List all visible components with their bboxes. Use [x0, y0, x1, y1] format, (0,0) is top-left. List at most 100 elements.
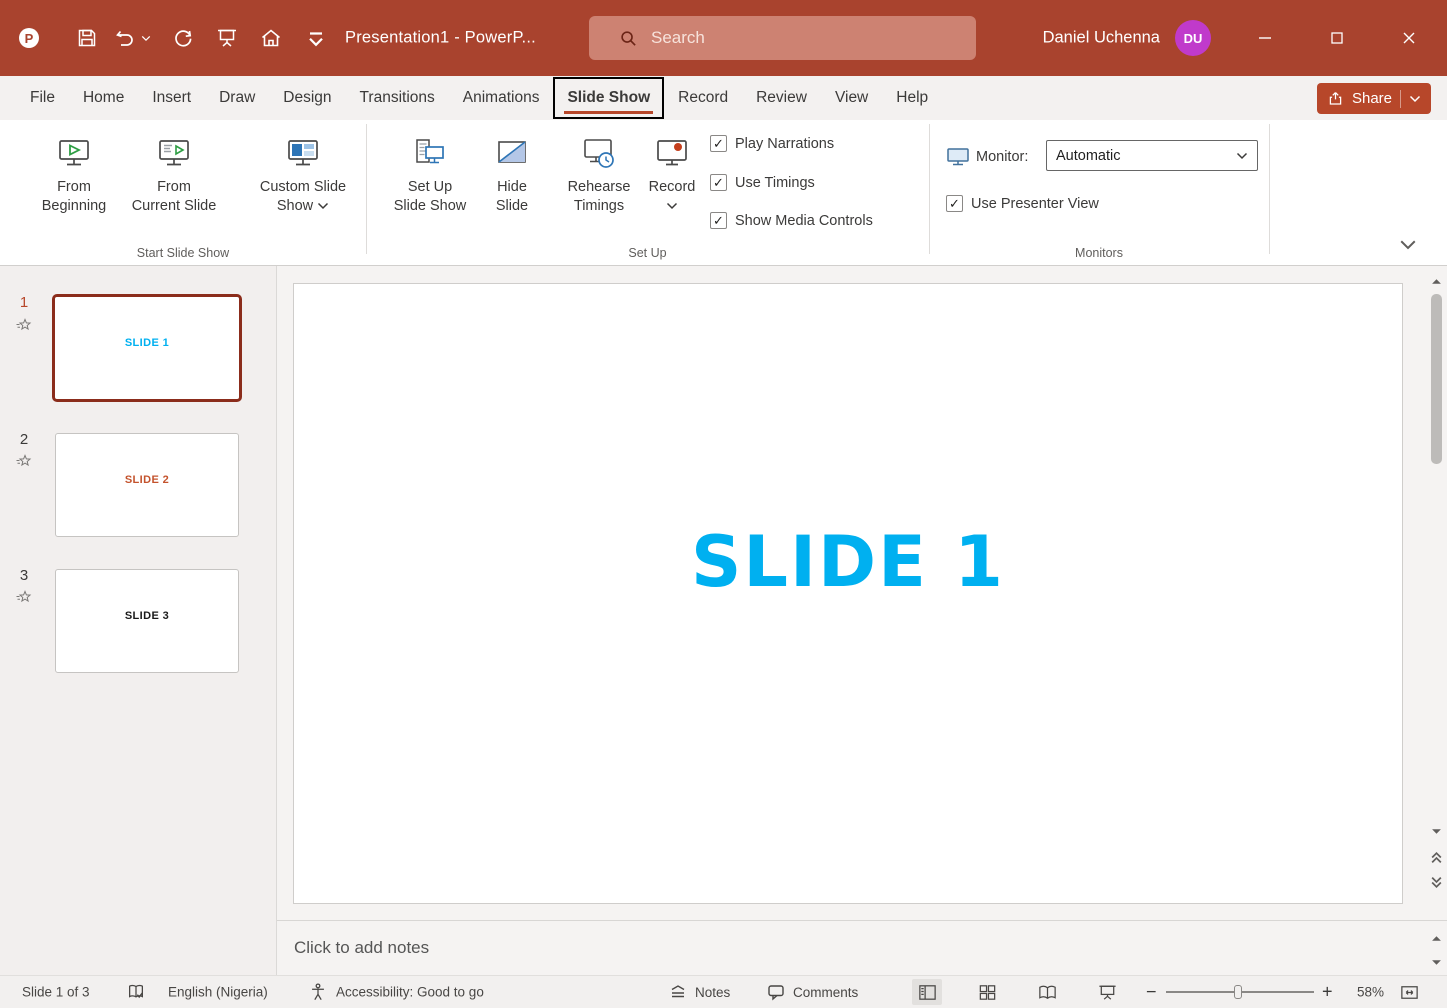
minimize-button[interactable]: [1229, 0, 1301, 76]
animation-star-icon[interactable]: [15, 590, 32, 607]
comments-icon: [766, 982, 786, 1002]
language-status[interactable]: English (Nigeria): [168, 985, 268, 1000]
scroll-down-button[interactable]: [1428, 822, 1444, 840]
share-icon: [1327, 90, 1344, 107]
zoom-level[interactable]: 58%: [1342, 985, 1384, 1000]
hide-slide-icon: [494, 136, 530, 172]
tab-review[interactable]: Review: [742, 76, 821, 120]
from-current-slide-button[interactable]: From Current Slide: [120, 136, 228, 216]
slide-thumbnail-1[interactable]: SLIDE 1: [52, 294, 242, 402]
notes-placeholder: Click to add notes: [294, 938, 429, 958]
scroll-up-button[interactable]: [1428, 272, 1444, 290]
avatar[interactable]: DU: [1175, 20, 1211, 56]
play-narrations-checkbox[interactable]: ✓ Play Narrations: [710, 135, 834, 152]
next-slide-button[interactable]: [1428, 872, 1444, 892]
svg-text:P: P: [25, 31, 34, 46]
collapse-ribbon-icon[interactable]: [1399, 238, 1417, 252]
search-box[interactable]: Search: [589, 16, 976, 60]
search-icon: [619, 29, 638, 48]
slide-thumbnail-pane: 1 SLIDE 1 2 SLIDE 2 3 SLIDE 3: [0, 266, 277, 975]
powerpoint-logo-icon: P: [16, 25, 42, 51]
previous-slide-button[interactable]: [1428, 847, 1444, 867]
redo-icon[interactable]: [170, 25, 196, 51]
statusbar: Slide 1 of 3 English (Nigeria) Accessibi…: [0, 975, 1447, 1008]
thumbnail-title: SLIDE 1: [55, 337, 239, 349]
use-timings-checkbox[interactable]: ✓ Use Timings: [710, 174, 815, 191]
slide-sorter-icon: [977, 982, 998, 1003]
fit-to-window-icon: [1399, 982, 1420, 1003]
slide-number: 1: [14, 294, 34, 311]
tab-record[interactable]: Record: [664, 76, 742, 120]
zoom-slider-thumb[interactable]: [1234, 985, 1242, 999]
chevron-down-icon: [317, 201, 329, 211]
tab-transitions[interactable]: Transitions: [346, 76, 449, 120]
slide-show-view-button[interactable]: [1092, 979, 1122, 1005]
animation-star-icon[interactable]: [15, 318, 32, 335]
tab-draw[interactable]: Draw: [205, 76, 269, 120]
set-up-slide-show-icon: [412, 136, 448, 172]
tab-insert[interactable]: Insert: [138, 76, 205, 120]
slide-canvas-area: SLIDE 1: [277, 266, 1447, 920]
thumbnail-title: SLIDE 2: [56, 474, 238, 486]
ribbon-slide-show: From Beginning From Current Slide Custom…: [0, 120, 1447, 266]
save-icon[interactable]: [74, 25, 100, 51]
slide-editor[interactable]: SLIDE 1: [293, 283, 1403, 904]
set-up-slide-show-button[interactable]: Set Up Slide Show: [382, 136, 478, 216]
tab-animations[interactable]: Animations: [449, 76, 554, 120]
home-icon[interactable]: [258, 25, 284, 51]
titlebar: P Presentation1 - PowerP... Search: [0, 0, 1447, 76]
customize-qat-icon[interactable]: [303, 25, 329, 51]
tab-slide-show[interactable]: Slide Show: [553, 77, 664, 119]
slide-thumbnail-2[interactable]: SLIDE 2: [55, 433, 239, 537]
tab-file[interactable]: File: [16, 76, 69, 120]
spellcheck-icon[interactable]: [126, 982, 146, 1002]
notes-icon: [668, 982, 688, 1002]
tab-help[interactable]: Help: [882, 76, 942, 120]
accessibility-icon[interactable]: [308, 982, 328, 1002]
use-presenter-view-checkbox[interactable]: ✓ Use Presenter View: [946, 195, 1099, 212]
group-label-set-up: Set Up: [366, 246, 929, 260]
slide-title-text[interactable]: SLIDE 1: [294, 521, 1402, 603]
accessibility-status[interactable]: Accessibility: Good to go: [336, 985, 484, 1000]
group-separator: [1269, 124, 1270, 254]
chevron-down-icon: [1409, 94, 1421, 104]
monitor-select[interactable]: Automatic: [1046, 140, 1258, 171]
reading-view-icon: [1037, 982, 1058, 1003]
from-beginning-button[interactable]: From Beginning: [30, 136, 118, 216]
zoom-in-button[interactable]: +: [1322, 982, 1333, 1003]
scrollbar-thumb[interactable]: [1431, 294, 1442, 464]
share-button[interactable]: Share: [1317, 83, 1431, 114]
normal-view-button[interactable]: [912, 979, 942, 1005]
checkbox-checked-icon: ✓: [710, 135, 727, 152]
user-name[interactable]: Daniel Uchenna: [1043, 29, 1160, 48]
group-separator: [366, 124, 367, 254]
slide-sorter-view-button[interactable]: [972, 979, 1002, 1005]
show-media-controls-checkbox[interactable]: ✓ Show Media Controls: [710, 212, 873, 229]
close-button[interactable]: [1373, 0, 1445, 76]
tab-view[interactable]: View: [821, 76, 882, 120]
maximize-button[interactable]: [1301, 0, 1373, 76]
custom-slide-show-button[interactable]: Custom Slide Show: [246, 136, 360, 216]
comments-toggle-button[interactable]: Comments: [766, 982, 858, 1002]
start-slideshow-icon[interactable]: [214, 25, 240, 51]
undo-icon[interactable]: [112, 25, 138, 51]
rehearse-timings-button[interactable]: Rehearse Timings: [556, 136, 642, 216]
notes-pane[interactable]: Click to add notes: [277, 920, 1447, 975]
reading-view-button[interactable]: [1032, 979, 1062, 1005]
window-title: Presentation1 - PowerP...: [345, 29, 536, 48]
notes-scroll-down-button[interactable]: [1428, 954, 1444, 970]
zoom-out-button[interactable]: −: [1146, 982, 1157, 1003]
tab-home[interactable]: Home: [69, 76, 138, 120]
animation-star-icon[interactable]: [15, 454, 32, 471]
notes-scroll-up-button[interactable]: [1428, 930, 1444, 946]
notes-toggle-button[interactable]: Notes: [668, 982, 730, 1002]
hide-slide-button[interactable]: Hide Slide: [482, 136, 542, 216]
zoom-slider[interactable]: [1166, 985, 1314, 999]
slide-thumbnail-3[interactable]: SLIDE 3: [55, 569, 239, 673]
tab-design[interactable]: Design: [269, 76, 345, 120]
powerpoint-window: P Presentation1 - PowerP... Search: [0, 0, 1447, 1008]
record-button[interactable]: Record: [644, 136, 700, 216]
fit-to-window-button[interactable]: [1394, 979, 1424, 1005]
slide-indicator[interactable]: Slide 1 of 3: [22, 985, 90, 1000]
undo-dropdown-icon[interactable]: [140, 25, 152, 51]
